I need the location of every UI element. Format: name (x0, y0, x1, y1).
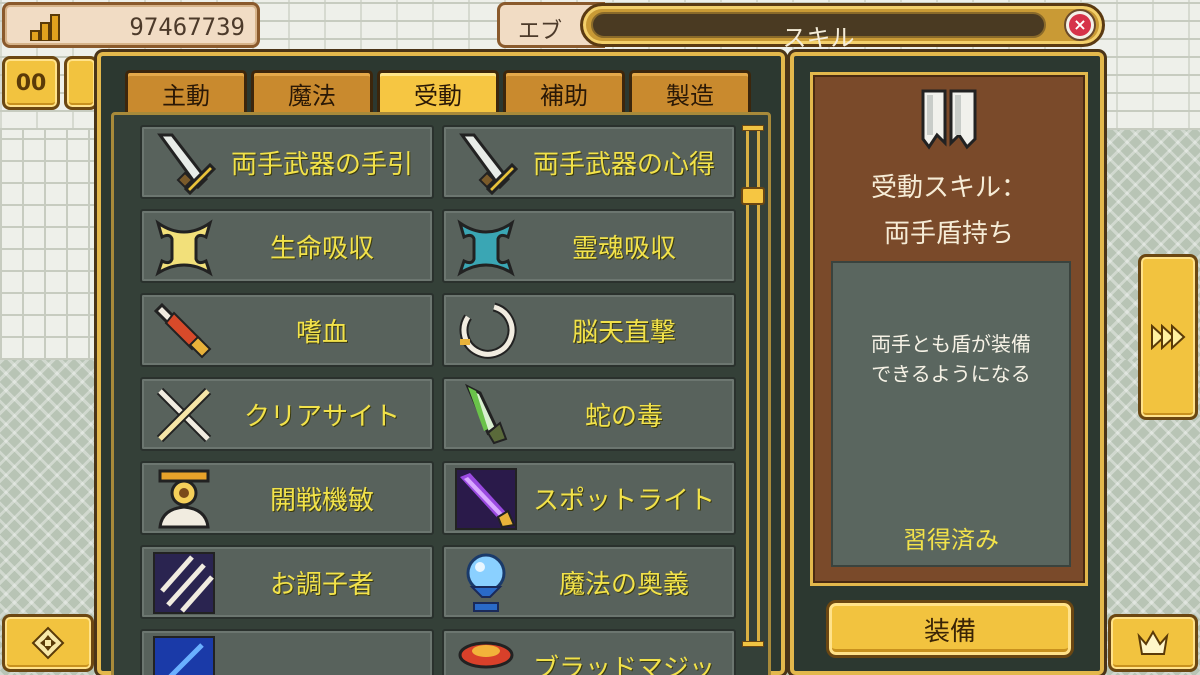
skill-label: スポットライト (532, 485, 715, 516)
pause-label: 00 (15, 70, 47, 96)
skill-status: 習得済み (903, 526, 999, 554)
gold-counter: 97467739 (2, 2, 260, 48)
crown-icon (1137, 630, 1169, 655)
equip-button[interactable]: 装備 (826, 600, 1074, 658)
skill-label: 両手武器の心得 (532, 149, 715, 180)
skill-grid: 両手武器の手引 両手武器の心得 生命吸収 霊魂吸収 嗜血 脳天直撃 クリアサイト… (140, 125, 738, 675)
skill-item[interactable]: 両手武器の心得 (442, 125, 736, 199)
skill-item[interactable]: 魔法の奥義 (442, 545, 736, 619)
skill-name: 両手盾持ち (883, 219, 1014, 249)
skill-label: 生命吸収 (269, 233, 374, 264)
fast-forward-icon (1151, 324, 1186, 350)
dpad-button[interactable] (2, 614, 94, 672)
menu-button[interactable] (64, 56, 98, 110)
close-button[interactable]: × (1064, 9, 1096, 41)
scrollbar-top-cap (742, 125, 764, 131)
skill-label: 魔法の奥義 (558, 569, 689, 600)
skill-label: 開戦機敏 (269, 485, 374, 516)
window-title: スキル (782, 24, 855, 52)
skill-detail-card: 受動スキル： 両手盾持ち 両手とも盾が装備 できるようになる 習得済み (810, 72, 1088, 586)
gold-value: 97467739 (129, 13, 245, 41)
spotlight-icon (455, 468, 517, 530)
crystal-goblet-icon (466, 553, 506, 612)
sword-icon (459, 133, 518, 195)
crown-button[interactable] (1108, 614, 1198, 672)
crossed-swords-icon (156, 387, 212, 443)
skill-type-label: 受動スキル： (870, 173, 1027, 203)
skill-label: 蛇の毒 (584, 401, 663, 432)
blue-icon (153, 636, 215, 675)
tab-magic[interactable]: 魔法 (251, 70, 373, 114)
skill-item[interactable]: 蛇の毒 (442, 377, 736, 451)
skill-item[interactable]: 両手武器の手引 (140, 125, 434, 199)
skill-list: 両手武器の手引 両手武器の心得 生命吸収 霊魂吸収 嗜血 脳天直撃 クリアサイト… (111, 112, 771, 675)
skill-item[interactable]: スポットライト (442, 461, 736, 535)
tab-support[interactable]: 補助 (503, 70, 625, 114)
pause-button[interactable]: 00 (2, 56, 60, 110)
skill-label: お調子者 (269, 569, 374, 600)
skill-item[interactable]: ブラッドマジッ (442, 629, 736, 675)
skill-item[interactable]: 脳天直撃 (442, 293, 736, 367)
skill-item[interactable]: クリアサイト (140, 377, 434, 451)
slash-icon (153, 552, 215, 614)
scrollbar-thumb[interactable] (741, 187, 765, 205)
tab-passive[interactable]: 受動 (377, 70, 499, 114)
skill-item[interactable] (140, 629, 434, 675)
life-drain-icon (155, 219, 213, 277)
title-plate: スキル (591, 12, 1046, 52)
skill-label: 脳天直撃 (571, 317, 676, 348)
background-wall-left (0, 130, 100, 360)
bars-icon (30, 14, 60, 41)
hourglass-icon (158, 469, 210, 529)
scrollbar-bottom-cap (742, 641, 764, 647)
soul-drain-icon (457, 219, 515, 277)
skill-description-box: 両手とも盾が装備 できるようになる 習得済み (831, 261, 1071, 567)
shield-banner-icon (921, 89, 977, 150)
skill-detail-panel: 受動スキル： 両手盾持ち 両手とも盾が装備 できるようになる 習得済み 装備 (790, 52, 1104, 675)
next-page-button[interactable] (1138, 254, 1198, 420)
bloodthirst-icon (153, 302, 212, 359)
skill-list-panel: 主動 魔法 受動 補助 製造 両手武器の手引 両手武器の心得 生命吸収 霊魂吸収… (97, 52, 785, 675)
close-icon: × (1069, 14, 1091, 36)
skill-category-tabs: 主動 魔法 受動 補助 製造 (125, 70, 751, 114)
skill-item[interactable]: 霊魂吸収 (442, 209, 736, 283)
window-title-bar: スキル × (580, 3, 1105, 52)
dpad-icon (31, 626, 65, 660)
skill-item[interactable]: お調子者 (140, 545, 434, 619)
sword-icon (157, 133, 216, 195)
skill-item[interactable]: 生命吸収 (140, 209, 434, 283)
hud-secondary-label: エブ (518, 19, 563, 44)
tab-crafting[interactable]: 製造 (629, 70, 751, 114)
skill-label: ブラッドマジッ (532, 653, 715, 675)
poison-dagger-icon (464, 383, 508, 445)
skill-label (216, 631, 428, 675)
skill-label: クリアサイト (243, 401, 400, 432)
ring-strike-icon (459, 302, 517, 359)
tab-active-skills[interactable]: 主動 (125, 70, 247, 114)
skill-item[interactable]: 開戦機敏 (140, 461, 434, 535)
skill-item[interactable]: 嗜血 (140, 293, 434, 367)
skill-label: 両手武器の手引 (230, 149, 413, 180)
skill-description: 両手とも盾が装備 できるようになる (871, 332, 1031, 386)
skill-label: 霊魂吸収 (571, 233, 676, 264)
red-icon (458, 641, 514, 669)
skill-label: 嗜血 (295, 317, 348, 348)
